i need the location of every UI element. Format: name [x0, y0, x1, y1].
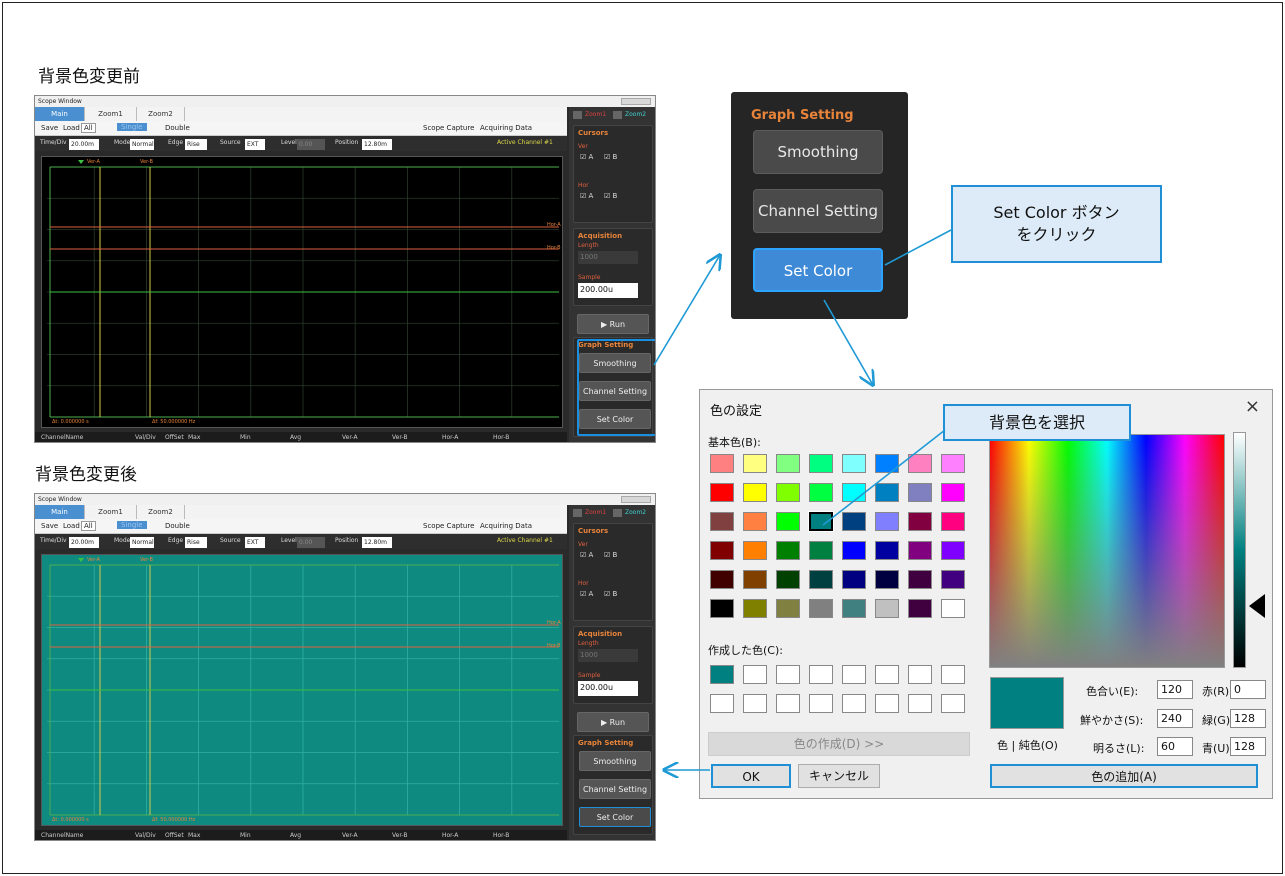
- callout-connector-1: [884, 229, 952, 266]
- arrow-to-zoom: [653, 255, 720, 366]
- arrows-overlay: [653, 229, 952, 876]
- callout-connector-2: [822, 429, 946, 526]
- arrow-to-dialog: [823, 299, 873, 385]
